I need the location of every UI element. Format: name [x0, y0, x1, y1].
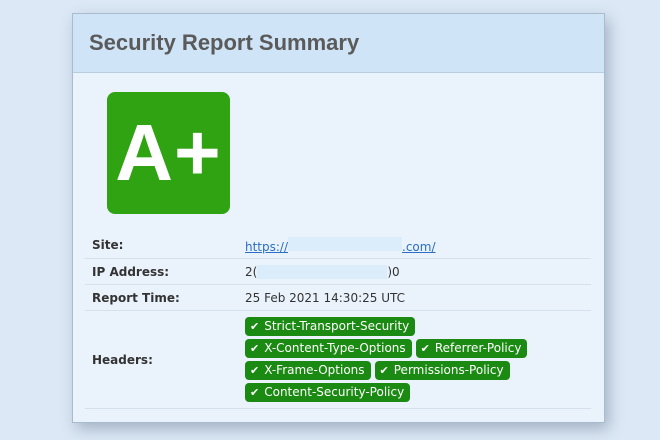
header-badge: ✔ Strict-Transport-Security	[245, 317, 416, 336]
report-card: Security Report Summary A+ Site: https:/…	[72, 13, 605, 423]
check-icon: ✔	[250, 386, 260, 399]
site-value: https:// .com/	[245, 236, 591, 254]
ip-value: 2( )0	[245, 264, 591, 279]
ip-suffix: )0	[387, 264, 400, 279]
header-badge: ✔ Permissions-Policy	[374, 361, 510, 380]
site-url-suffix: .com/	[402, 239, 436, 254]
site-url-prefix: https://	[245, 239, 289, 254]
redacted-block	[288, 236, 403, 251]
time-value: 25 Feb 2021 14:30:25 UTC	[245, 290, 405, 305]
ip-label: IP Address:	[92, 264, 170, 279]
summary-table: Site: https:// .com/ IP Address: 2( )0 Rep…	[85, 232, 591, 409]
header-badge: ✔ X-Frame-Options	[245, 361, 371, 380]
grade-badge: A+	[107, 92, 230, 214]
headers-badges: ✔ Strict-Transport-Security ✔ X-Content-Ty…	[245, 317, 545, 402]
time-label: Report Time:	[92, 290, 180, 305]
check-icon: ✔	[420, 342, 430, 355]
check-icon: ✔	[250, 342, 260, 355]
headers-label: Headers:	[92, 352, 153, 367]
site-row: Site: https:// .com/	[85, 232, 591, 259]
page-title: Security Report Summary	[89, 30, 360, 55]
header-badge: ✔ Content-Security-Policy	[245, 383, 411, 402]
time-row: Report Time: 25 Feb 2021 14:30:25 UTC	[85, 285, 591, 311]
check-icon: ✔	[250, 320, 260, 333]
redacted-block	[257, 264, 388, 279]
card-header: Security Report Summary	[73, 14, 604, 73]
site-label: Site:	[92, 238, 124, 252]
ip-prefix: 2(	[245, 264, 258, 279]
check-icon: ✔	[379, 364, 389, 377]
headers-row: Headers: ✔ Strict-Transport-Security ✔ X-C…	[85, 311, 591, 409]
ip-row: IP Address: 2( )0	[85, 259, 591, 285]
header-badge: ✔ Referrer-Policy	[415, 339, 528, 358]
check-icon: ✔	[250, 364, 260, 377]
site-link[interactable]: https:// .com/	[245, 236, 436, 254]
header-badge: ✔ X-Content-Type-Options	[245, 339, 412, 358]
